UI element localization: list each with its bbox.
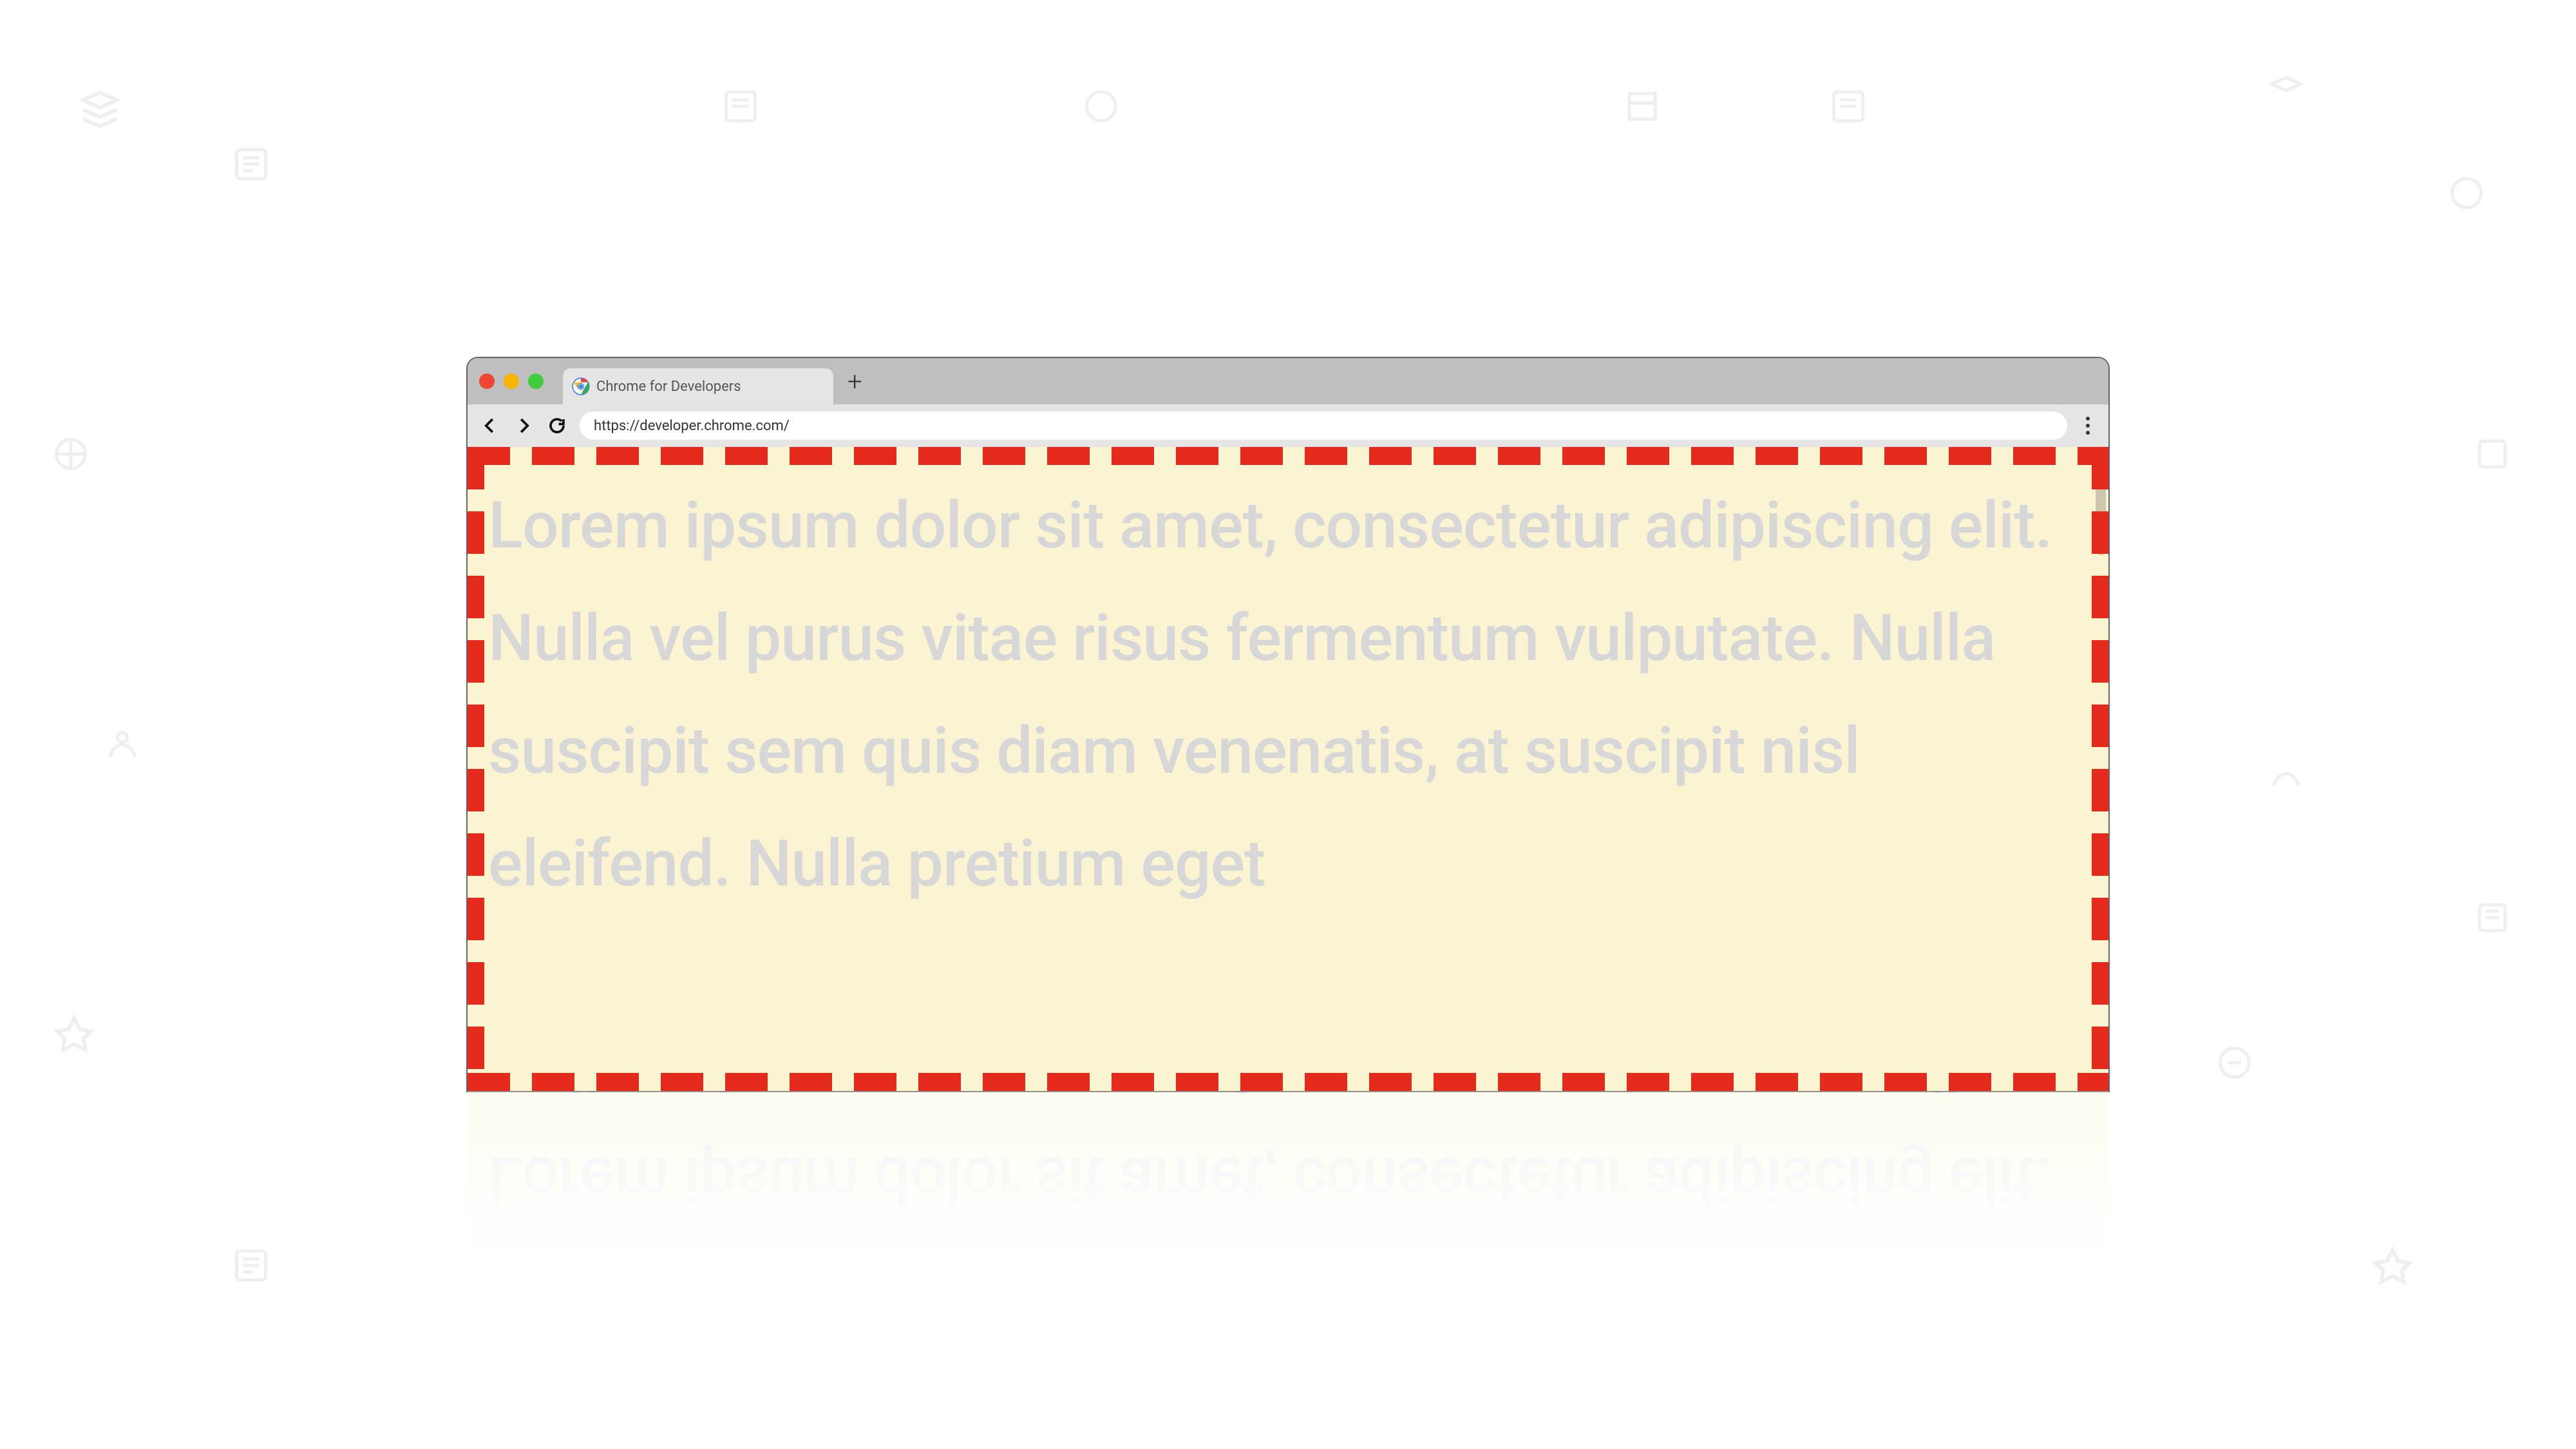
- chrome-icon: [572, 377, 590, 395]
- window-controls: [479, 374, 544, 389]
- back-button[interactable]: [479, 415, 501, 437]
- forward-button[interactable]: [513, 415, 535, 437]
- tab-title: Chrome for Developers: [596, 379, 741, 395]
- reflection: Lorem ipsum dolor sit amet, consectetur …: [468, 1091, 2108, 1258]
- minimize-window-button[interactable]: [504, 374, 519, 389]
- scrollbar-thumb[interactable]: [2096, 452, 2106, 555]
- reload-button[interactable]: [546, 415, 568, 437]
- url-text: https://developer.chrome.com/: [594, 418, 790, 434]
- address-bar[interactable]: https://developer.chrome.com/: [580, 412, 2067, 440]
- maximize-window-button[interactable]: [528, 374, 544, 389]
- lorem-text: Lorem ipsum dolor sit amet, consectetur …: [488, 469, 2096, 920]
- tab-strip: Chrome for Developers +: [468, 358, 2108, 404]
- close-window-button[interactable]: [479, 374, 495, 389]
- page-viewport[interactable]: Lorem ipsum dolor sit amet, consectetur …: [468, 447, 2108, 1091]
- kebab-menu-icon[interactable]: [2079, 413, 2097, 439]
- new-tab-button[interactable]: +: [841, 366, 869, 397]
- toolbar: https://developer.chrome.com/: [468, 404, 2108, 447]
- browser-window: Chrome for Developers + https://develope…: [466, 357, 2110, 1092]
- active-tab[interactable]: Chrome for Developers: [563, 368, 833, 404]
